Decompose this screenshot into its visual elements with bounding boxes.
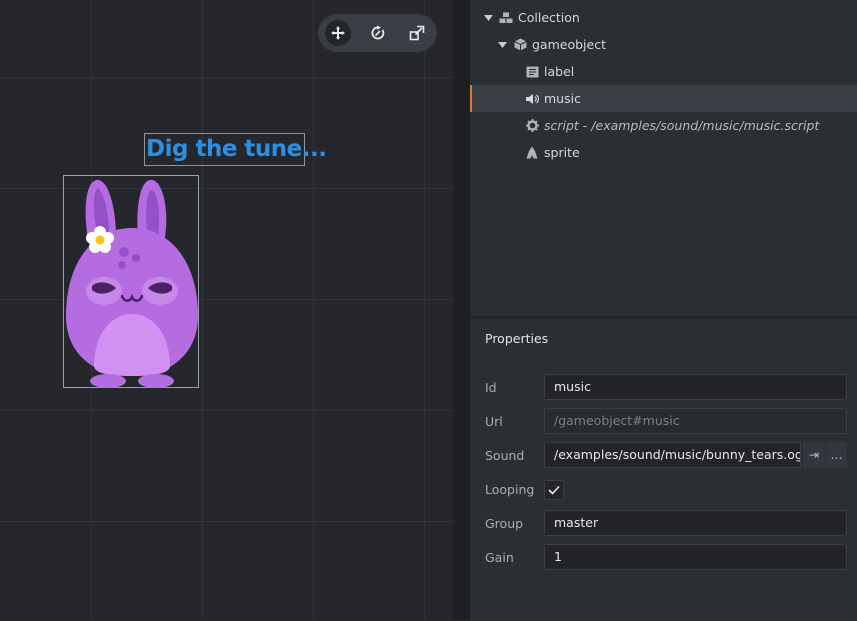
bunny-image <box>66 179 198 388</box>
scene-toolbar <box>318 14 437 52</box>
tree-item-label: Collection <box>518 10 580 25</box>
bunny-sprite[interactable] <box>63 175 199 388</box>
id-label: Id <box>485 380 497 395</box>
property-row-gain: Gain 1 <box>470 544 857 571</box>
tree-item-label: gameobject <box>532 37 606 52</box>
gain-field[interactable]: 1 <box>544 544 847 570</box>
rotate-tool-button[interactable] <box>365 20 391 46</box>
expand-arrow-icon[interactable] <box>483 14 493 22</box>
property-row-url: Url /gameobject#music <box>470 408 857 435</box>
looping-checkbox[interactable] <box>544 480 564 500</box>
sprite-icon <box>525 146 539 160</box>
move-tool-icon <box>331 26 345 40</box>
tree-item-sprite[interactable]: sprite <box>470 139 857 166</box>
group-label: Group <box>485 516 524 531</box>
sound-browse-button[interactable]: … <box>826 442 847 468</box>
property-row-group: Group master <box>470 510 857 537</box>
scene-label-text[interactable]: Dig the tune... <box>144 133 327 166</box>
tree-item-collection[interactable]: Collection <box>470 4 857 31</box>
outline-panel: Collection gameobject label music script… <box>470 0 857 316</box>
sound-icon <box>525 92 539 106</box>
property-row-id: Id music <box>470 374 857 401</box>
url-field: /gameobject#music <box>544 408 847 434</box>
sound-field[interactable]: /examples/sound/music/bunny_tears.ogg <box>544 442 801 468</box>
panel-splitter[interactable] <box>453 0 470 620</box>
tree-item-label: script - /examples/sound/music/music.scr… <box>544 118 820 133</box>
url-label: Url <box>485 414 503 429</box>
script-gear-icon <box>525 119 539 133</box>
tree-item-gameobject[interactable]: gameobject <box>470 31 857 58</box>
tree-item-label: music <box>544 91 581 106</box>
collection-icon <box>499 11 513 25</box>
move-tool-button[interactable] <box>325 20 351 46</box>
properties-panel: Properties Id music Url /gameobject#musi… <box>470 317 857 621</box>
tree-item-label: label <box>544 64 575 79</box>
expand-arrow-icon[interactable] <box>497 41 507 49</box>
rotate-tool-icon <box>371 25 385 40</box>
label-icon <box>525 65 539 79</box>
property-row-sound: Sound /examples/sound/music/bunny_tears.… <box>470 442 857 469</box>
id-field[interactable]: music <box>544 374 847 400</box>
properties-title: Properties <box>485 331 549 346</box>
looping-label: Looping <box>485 482 535 497</box>
scene-viewport[interactable]: Dig the tune... <box>0 0 453 620</box>
gain-label: Gain <box>485 550 514 565</box>
sound-goto-button[interactable]: ⇥ <box>803 442 825 468</box>
tree-item-label-component[interactable]: label <box>470 58 857 85</box>
sound-label: Sound <box>485 448 525 463</box>
property-row-looping: Looping <box>470 476 857 503</box>
scale-tool-button[interactable] <box>404 20 430 46</box>
tree-item-label: sprite <box>544 145 580 160</box>
tree-item-music[interactable]: music <box>470 85 857 112</box>
group-field[interactable]: master <box>544 510 847 536</box>
tree-item-script[interactable]: script - /examples/sound/music/music.scr… <box>470 112 857 139</box>
gameobject-icon <box>513 38 527 52</box>
scale-tool-icon <box>409 25 425 41</box>
checkmark-icon <box>548 485 560 495</box>
